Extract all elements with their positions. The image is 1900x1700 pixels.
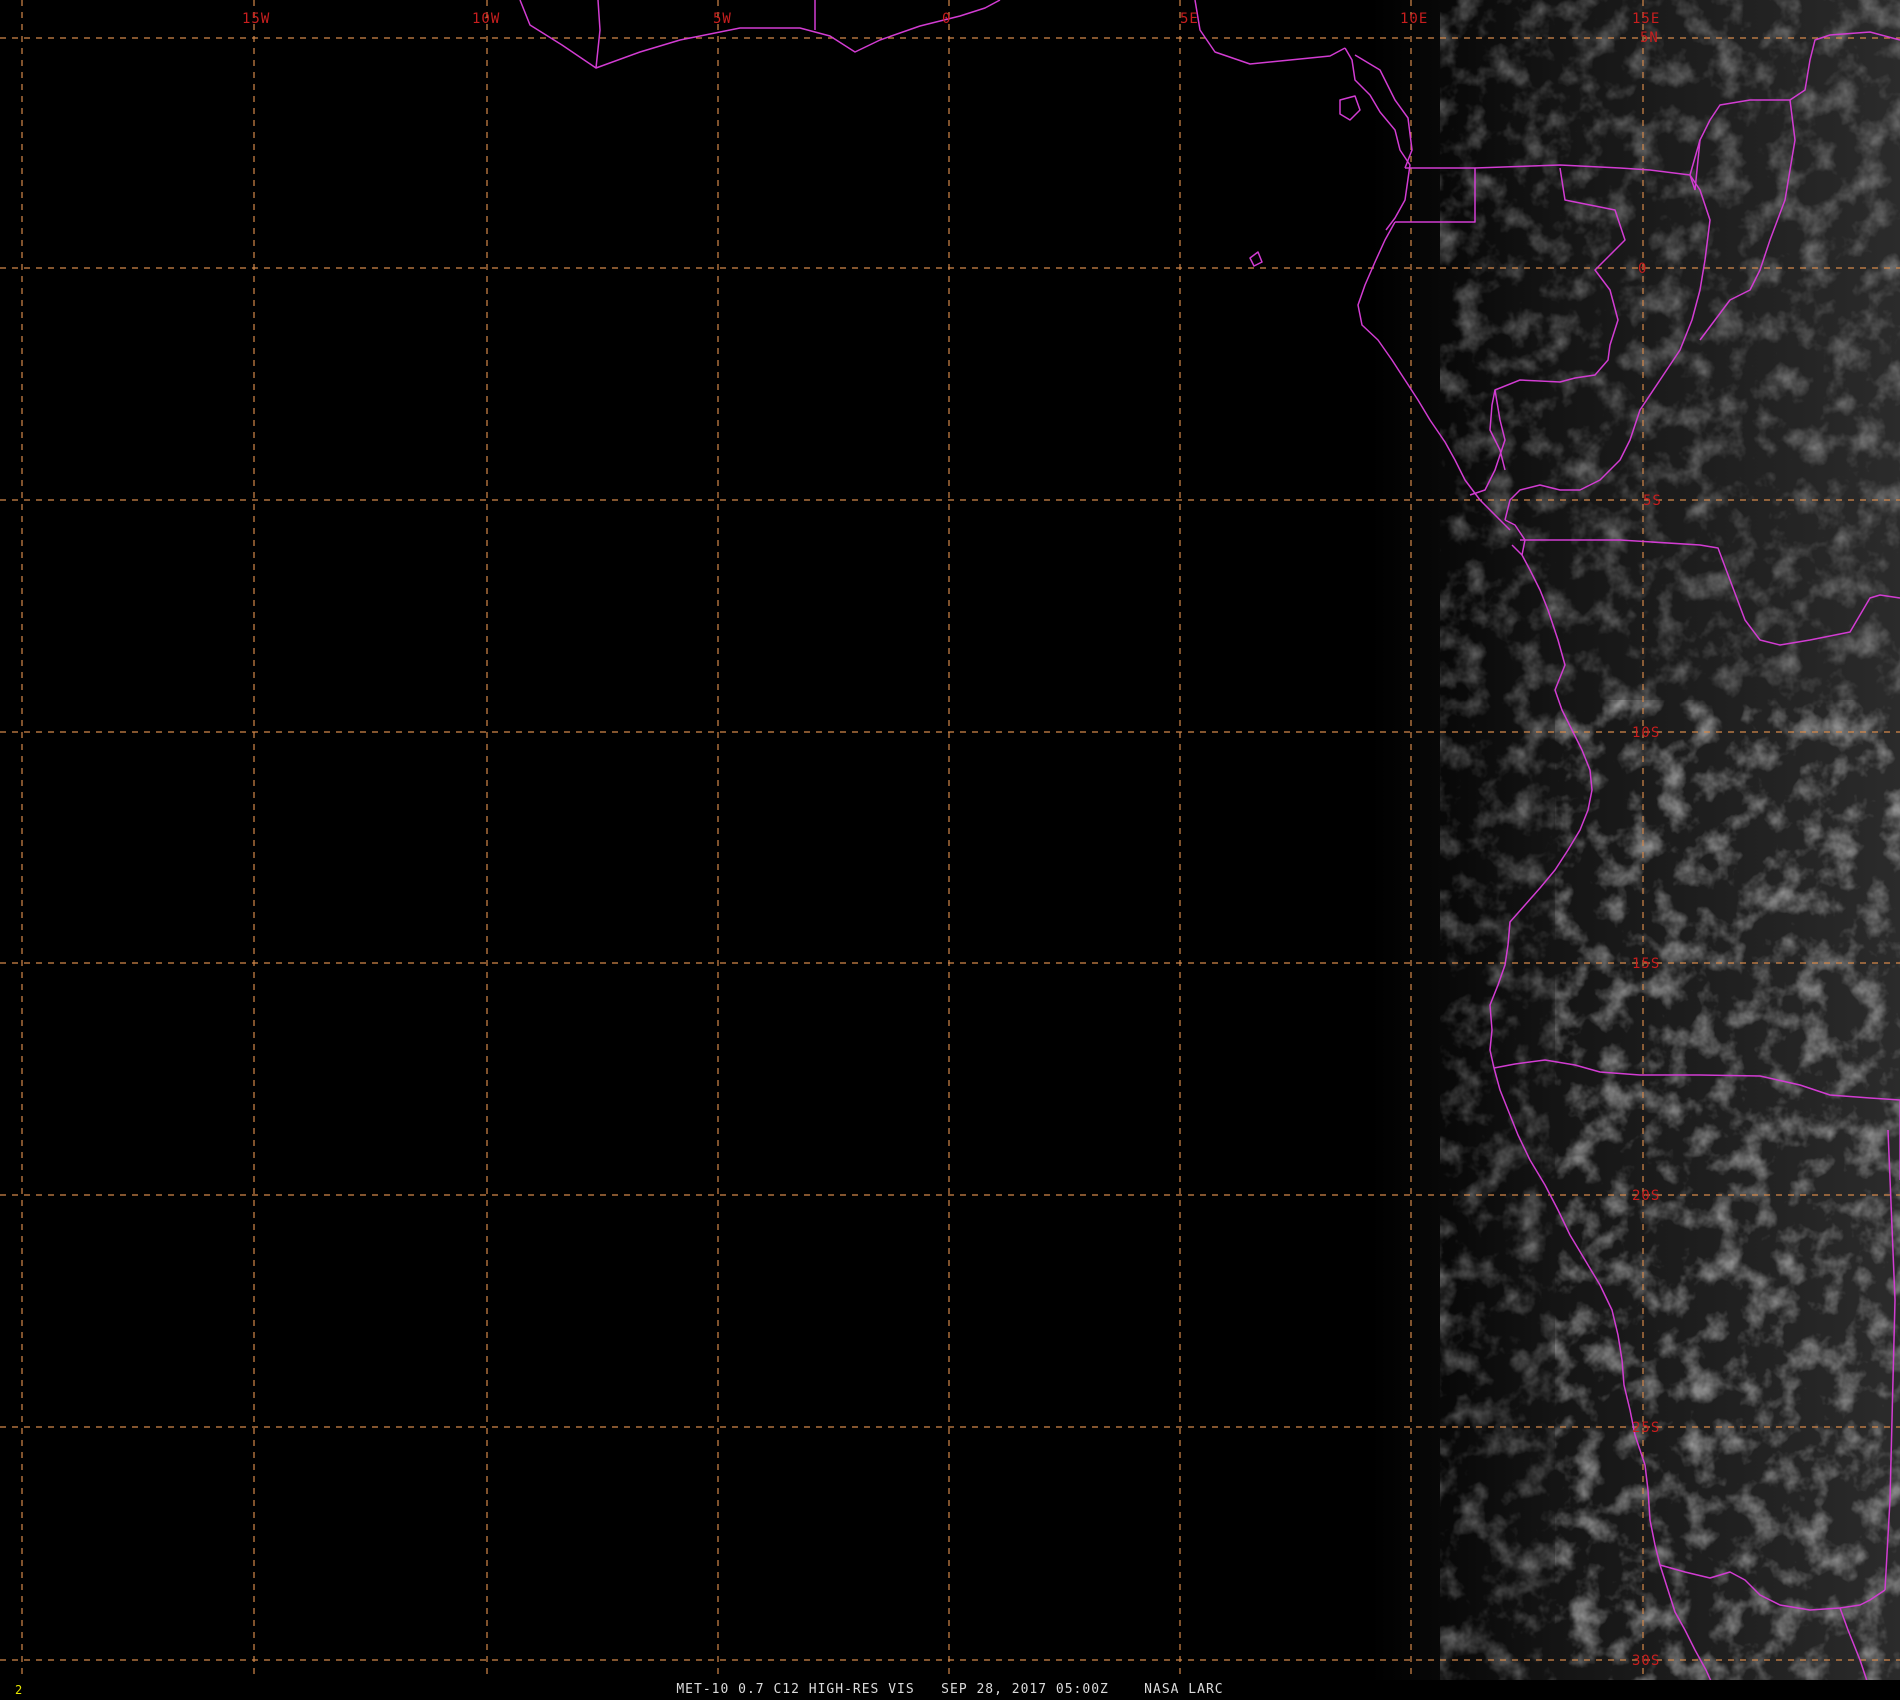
lat-label-25s: 25S <box>1632 1420 1660 1436</box>
lat-label-5n: 5N <box>1640 30 1659 46</box>
gulf-of-guinea-coast <box>519 0 1001 69</box>
ghana-border <box>595 0 601 69</box>
sao-tome-island <box>1249 251 1263 267</box>
lon-label-10w: 10W <box>472 11 500 27</box>
lon-label-5w: 5W <box>713 11 732 27</box>
status-bar: 2 MET-10 0.7 C12 HIGH-RES VIS SEP 28, 20… <box>0 1680 1900 1700</box>
lon-label-10e: 10E <box>1400 11 1428 27</box>
product-caption: MET-10 0.7 C12 HIGH-RES VIS SEP 28, 2017… <box>676 1682 1224 1697</box>
lat-label-10s: 10S <box>1632 725 1660 741</box>
bioko-island <box>1339 95 1361 121</box>
lat-label-20s: 20S <box>1632 1188 1660 1204</box>
lat-label-5s: 5S <box>1643 493 1662 509</box>
nigeria-coast <box>1194 0 1346 65</box>
lon-label-15e: 15E <box>1632 11 1660 27</box>
lon-label-0: 0 <box>942 11 951 27</box>
lat-label-15s: 15S <box>1632 956 1660 972</box>
lat-label-30s: 30S <box>1632 1653 1660 1669</box>
lat-label-0: 0 <box>1638 261 1647 277</box>
satellite-map: 15W 10W 5W 0 5E 10E 15E 5N 0 5S 10S 15S … <box>0 0 1900 1700</box>
lon-label-15w: 15W <box>242 11 270 27</box>
lon-label-5e: 5E <box>1180 11 1199 27</box>
